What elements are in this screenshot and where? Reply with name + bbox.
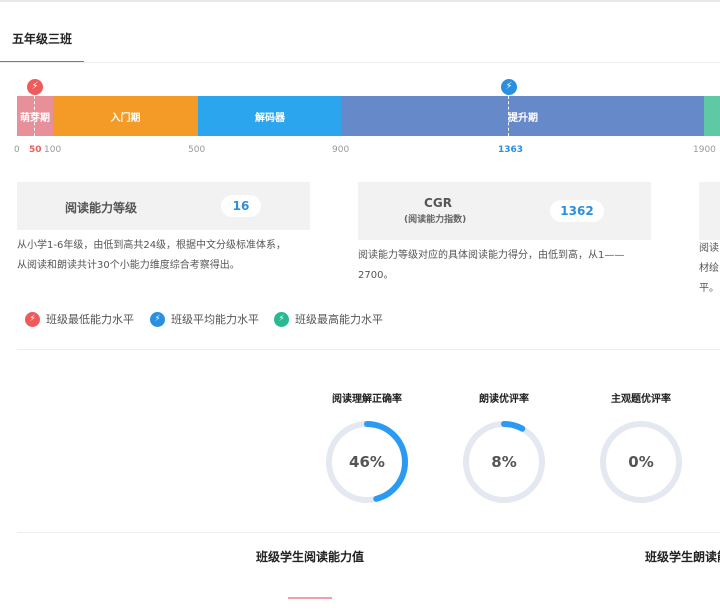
legend-label: 班级平均能力水平	[171, 313, 259, 326]
gauge-value: 46%	[349, 453, 385, 471]
description-line: 从阅读和朗读共计30个小能力维度综合考察得出。	[17, 260, 240, 271]
reading-level-description: 从小学1-6年级，由低到高共24级，根据中文分级标准体系， 从阅读和朗读共计30…	[17, 236, 317, 276]
scale-segment-improve: 提升期	[342, 96, 704, 136]
legend-label: 班级最低能力水平	[46, 313, 134, 326]
gauge-title: 主观题优评率	[611, 394, 671, 405]
card-label: 阅读能力等级	[65, 201, 138, 215]
top-border	[0, 0, 720, 2]
tick-label: 1900	[693, 145, 716, 155]
scale-segment-entry: 入门期	[53, 96, 198, 136]
description-line: 阅读能力等级对应的具体阅读能力得分，由低到高，从1——	[358, 250, 625, 261]
average-value-label: 1363	[498, 145, 524, 155]
tick-label: 500	[188, 145, 206, 155]
description-line: 2700。	[358, 270, 394, 281]
cgr-card: CGR (阅读能力指数) 1362	[358, 182, 651, 240]
segment-label: 萌芽期	[20, 112, 50, 124]
cgr-sublabel: (阅读能力指数)	[404, 215, 467, 225]
lowest-marker-line	[34, 96, 35, 136]
legend-lowest: ⚡ 班级最低能力水平	[25, 311, 134, 327]
chart-fragment	[288, 597, 332, 599]
subjective-gauge: 0%	[597, 418, 685, 506]
reading-level-value: 16	[221, 195, 261, 217]
cgr-value: 1362	[550, 200, 604, 222]
tab-class[interactable]: 五年级三班	[12, 30, 72, 47]
legend-label: 班级最高能力水平	[295, 313, 383, 326]
lightning-icon: ⚡	[150, 311, 165, 327]
cgr-description: 阅读能力等级对应的具体阅读能力得分，由低到高，从1—— 2700。	[358, 246, 658, 286]
description-line: 阅读	[699, 243, 719, 254]
segment-label: 提升期	[508, 112, 538, 124]
lowest-value-label: 50	[29, 145, 42, 155]
gauge-title: 朗读优评率	[479, 394, 529, 405]
gauge-title: 阅读理解正确率	[332, 394, 402, 405]
section-divider	[17, 532, 720, 533]
description-line: 平。	[699, 283, 719, 294]
scale-segment-sprout: 萌芽期	[17, 96, 53, 136]
lightning-icon: ⚡	[274, 311, 289, 327]
section-divider	[17, 349, 720, 350]
description-line: 材绘	[699, 263, 719, 274]
tick-label: 0	[14, 145, 20, 155]
average-marker-icon: ⚡	[501, 79, 517, 95]
average-marker-line	[508, 96, 509, 136]
gauge-value: 0%	[628, 453, 654, 471]
legend-highest: ⚡ 班级最高能力水平	[274, 311, 383, 327]
oral-reading-gauge: 8%	[460, 418, 548, 506]
scale-segment-next	[704, 96, 720, 136]
segment-label: 入门期	[110, 112, 141, 124]
lightning-icon: ⚡	[25, 311, 40, 327]
cgr-label: CGR	[424, 196, 452, 210]
segment-label: 解码器	[255, 112, 285, 124]
oral-ability-section-title: 班级学生朗读能	[645, 550, 720, 564]
tick-label: 100	[44, 145, 62, 155]
reading-level-card: 阅读能力等级 16	[17, 182, 310, 230]
third-card-description: 阅读 材绘 平。	[699, 239, 720, 299]
reading-ability-section-title: 班级学生阅读能力值	[256, 550, 365, 564]
legend-average: ⚡ 班级平均能力水平	[150, 311, 259, 327]
tab-divider	[0, 62, 720, 63]
third-card	[699, 182, 720, 240]
gauge-value: 8%	[491, 453, 517, 471]
lowest-marker-icon: ⚡	[27, 79, 43, 95]
reading-accuracy-gauge: 46%	[323, 418, 411, 506]
tick-label: 900	[332, 145, 350, 155]
description-line: 从小学1-6年级，由低到高共24级，根据中文分级标准体系，	[17, 240, 287, 251]
scale-segment-decoder: 解码器	[198, 96, 342, 136]
